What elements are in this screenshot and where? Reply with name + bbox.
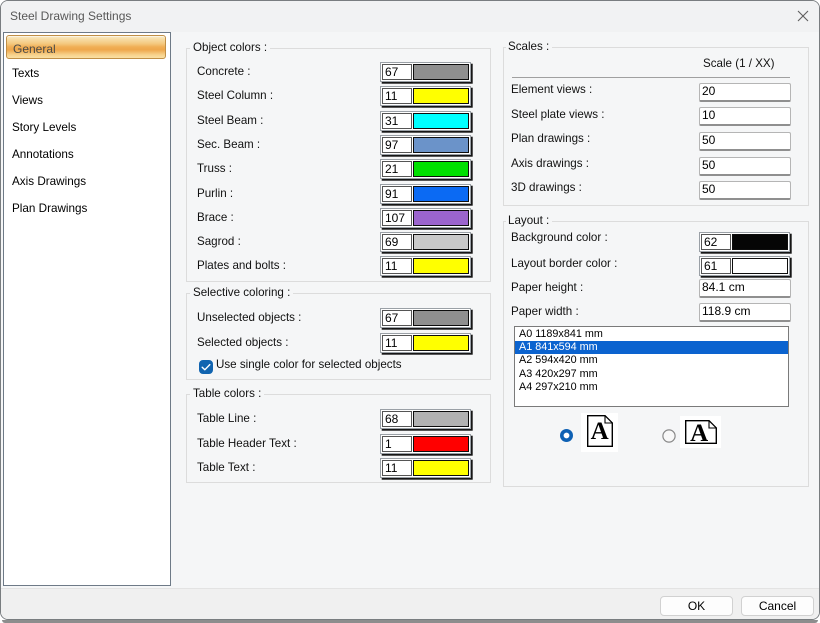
svg-text:A: A	[690, 420, 708, 444]
svg-text:A: A	[591, 418, 609, 445]
